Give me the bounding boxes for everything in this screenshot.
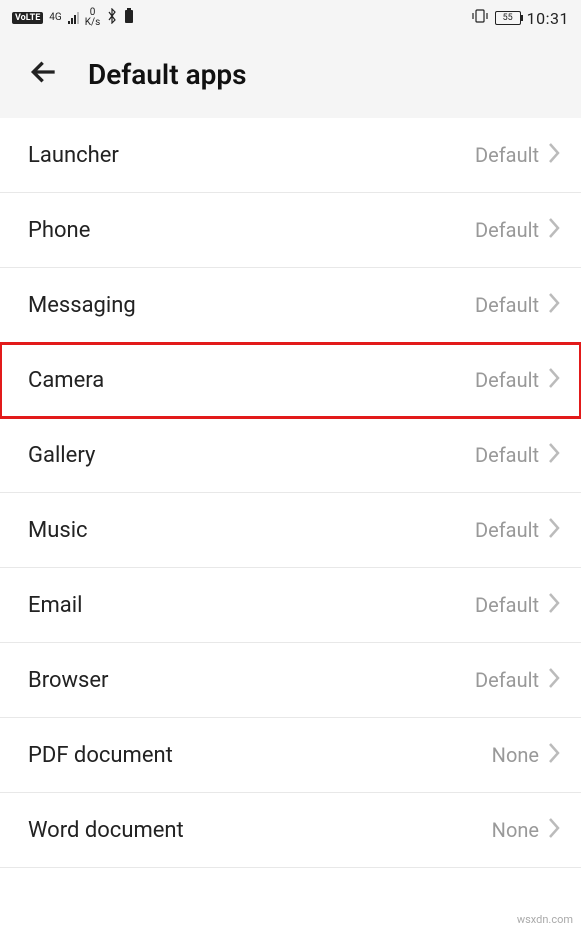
- item-right: None: [492, 817, 561, 843]
- item-value: Default: [475, 218, 539, 242]
- item-label: Word document: [28, 818, 184, 843]
- chevron-right-icon: [547, 517, 561, 543]
- list-item-word-document[interactable]: Word document None: [0, 793, 581, 868]
- battery-full-icon: [124, 8, 134, 28]
- header: Default apps: [0, 36, 581, 118]
- item-value: Default: [475, 593, 539, 617]
- item-right: Default: [475, 142, 561, 168]
- chevron-right-icon: [547, 367, 561, 393]
- item-label: Messaging: [28, 293, 136, 318]
- item-right: Default: [475, 592, 561, 618]
- default-apps-list: Launcher Default Phone Default Messaging Defa…: [0, 118, 581, 868]
- item-value: Default: [475, 518, 539, 542]
- clock: 10:31: [527, 9, 569, 28]
- status-bar: VoLTE 4G 0K/s 55 10:31: [0, 0, 581, 36]
- vibrate-icon: [471, 8, 489, 28]
- item-label: Browser: [28, 668, 109, 693]
- item-value: Default: [475, 293, 539, 317]
- item-value: None: [492, 818, 539, 842]
- item-value: Default: [475, 443, 539, 467]
- item-label: PDF document: [28, 743, 173, 768]
- item-right: Default: [475, 292, 561, 318]
- list-item-launcher[interactable]: Launcher Default: [0, 118, 581, 193]
- list-item-camera[interactable]: Camera Default: [0, 343, 581, 418]
- page-title: Default apps: [88, 58, 247, 91]
- battery-level-icon: 55: [495, 11, 521, 25]
- item-label: Camera: [28, 368, 104, 393]
- chevron-right-icon: [547, 742, 561, 768]
- item-label: Launcher: [28, 143, 119, 168]
- item-value: None: [492, 743, 539, 767]
- item-right: Default: [475, 442, 561, 468]
- list-item-phone[interactable]: Phone Default: [0, 193, 581, 268]
- list-item-email[interactable]: Email Default: [0, 568, 581, 643]
- item-right: Default: [475, 667, 561, 693]
- chevron-right-icon: [547, 667, 561, 693]
- item-label: Music: [28, 518, 88, 543]
- list-item-browser[interactable]: Browser Default: [0, 643, 581, 718]
- chevron-right-icon: [547, 817, 561, 843]
- chevron-right-icon: [547, 292, 561, 318]
- data-speed: 0K/s: [85, 8, 101, 28]
- list-item-pdf-document[interactable]: PDF document None: [0, 718, 581, 793]
- network-gen: 4G: [49, 13, 61, 23]
- item-value: Default: [475, 368, 539, 392]
- item-label: Gallery: [28, 443, 95, 468]
- chevron-right-icon: [547, 142, 561, 168]
- back-icon[interactable]: [28, 56, 60, 92]
- bluetooth-icon: [106, 8, 118, 28]
- list-item-music[interactable]: Music Default: [0, 493, 581, 568]
- chevron-right-icon: [547, 592, 561, 618]
- item-label: Email: [28, 593, 82, 618]
- list-item-gallery[interactable]: Gallery Default: [0, 418, 581, 493]
- item-value: Default: [475, 143, 539, 167]
- watermark: wsxdn.com: [517, 913, 573, 926]
- status-left: VoLTE 4G 0K/s: [12, 8, 134, 28]
- item-value: Default: [475, 668, 539, 692]
- item-right: Default: [475, 367, 561, 393]
- chevron-right-icon: [547, 442, 561, 468]
- volte-badge: VoLTE: [12, 12, 43, 24]
- status-right: 55 10:31: [471, 8, 569, 28]
- chevron-right-icon: [547, 217, 561, 243]
- signal-icon: [68, 12, 79, 24]
- item-right: Default: [475, 217, 561, 243]
- item-label: Phone: [28, 218, 90, 243]
- item-right: Default: [475, 517, 561, 543]
- list-item-messaging[interactable]: Messaging Default: [0, 268, 581, 343]
- item-right: None: [492, 742, 561, 768]
